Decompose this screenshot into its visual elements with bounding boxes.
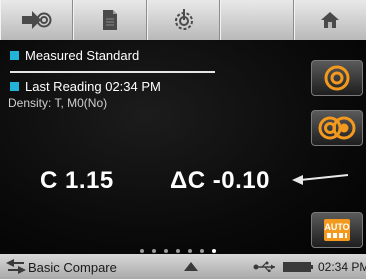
target-icon [324,65,350,91]
page-dot [200,249,204,253]
document-icon [103,10,118,30]
clock-time: 02:34 PM [318,260,366,274]
main-content: Measured Standard Last Reading 02:34 PM … [0,40,366,254]
value-c: C 1.15 [40,167,114,194]
device-screen: Measured Standard Last Reading 02:34 PM … [0,0,366,279]
page-dot [212,249,216,253]
measure-icon [21,11,52,29]
standard-row[interactable]: Measured Standard [10,48,139,63]
top-tab-bar [0,0,366,40]
page-dot [188,249,192,253]
value-delta-c: ΔC -0.10 [170,167,270,194]
expand-up-icon[interactable] [184,262,198,271]
tab-tools[interactable] [146,0,221,40]
auto-icon: AUTO [324,219,350,241]
standard-label: Measured Standard [25,48,140,63]
mode-label[interactable]: Basic Compare [28,260,117,275]
battery-icon [283,262,313,272]
usb-icon [253,261,275,272]
svg-text:AUTO: AUTO [324,222,349,232]
page-dot [152,249,156,253]
compare-targets-icon [318,116,356,140]
tab-home[interactable] [293,0,366,40]
arrow-left-icon [292,174,349,185]
page-dot [176,249,180,253]
reading-row[interactable]: Last Reading 02:34 PM [10,79,161,94]
status-bar: Basic Compare 02:34 PM [0,254,366,279]
page-dot [140,249,144,253]
tab-blank[interactable] [220,0,294,40]
target-button[interactable] [311,60,363,96]
cyan-square-icon [10,51,19,60]
divider [10,71,215,73]
page-dot [164,249,168,253]
tab-document[interactable] [73,0,147,40]
page-indicator [140,249,216,253]
compare-arrows-icon [6,259,26,274]
cyan-square-icon [10,82,19,91]
tools-icon [174,9,193,30]
density-info: Density: T, M0(No) [8,96,108,110]
auto-button[interactable]: AUTO [311,212,363,248]
reading-label: Last Reading 02:34 PM [25,79,161,94]
home-icon [321,12,340,28]
tab-measure[interactable] [0,0,74,40]
compare-button[interactable] [311,110,363,146]
